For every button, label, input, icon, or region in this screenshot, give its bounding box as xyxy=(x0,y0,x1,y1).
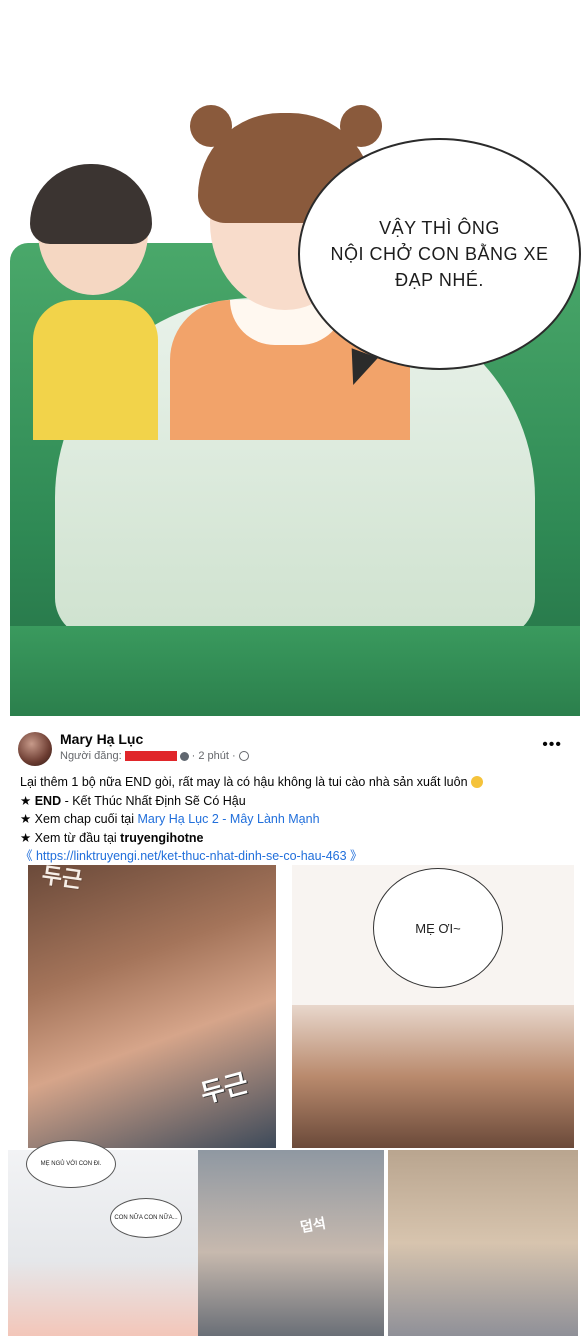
speech-bubble: MẸ NGỦ VỚI CON ĐI. xyxy=(26,1140,116,1188)
globe-icon xyxy=(238,751,249,761)
facebook-post: Mary Hạ Lục Người đăng: · 2 phút · ••• L… xyxy=(8,722,578,864)
comic-panel-kiss xyxy=(28,865,276,1148)
bubble-line: VẬY THÌ ÔNG xyxy=(379,218,500,238)
poster-label: Người đăng: xyxy=(60,750,122,762)
post-line-3: ★ Xem chap cuối tại Mary Hạ Lục 2 - Mây … xyxy=(20,812,320,826)
emoji-icon xyxy=(471,776,484,788)
post-meta: Người đăng: · 2 phút · xyxy=(60,750,249,762)
car-door xyxy=(10,626,580,716)
redacted-name xyxy=(124,751,177,761)
post-author[interactable]: Mary Hạ Lục xyxy=(60,731,143,747)
post-body: Lại thêm 1 bộ nữa END gòi, rất may là có… xyxy=(20,773,484,866)
post-line-1: Lại thêm 1 bộ nữa END gòi, rất may là có… xyxy=(20,773,484,792)
separator: · xyxy=(231,750,236,762)
post-line-4: ★ Xem từ đầu tại truyengihotne xyxy=(20,830,204,845)
badge-icon xyxy=(179,751,189,761)
post-line-5: 《 https://linktruyengi.net/ket-thuc-nhat… xyxy=(20,849,363,863)
post-time[interactable]: 2 phút xyxy=(198,750,229,762)
comic-art xyxy=(292,1005,574,1148)
star-icon: ★ xyxy=(20,793,32,808)
page-link[interactable]: Mary Hạ Lục 2 - Mây Lành Mạnh xyxy=(138,812,320,826)
avatar[interactable] xyxy=(18,732,52,766)
comic-panel-top: VẬY THÌ ÔNG NỘI CHỞ CON BẰNG XE ĐẠP NHÉ. xyxy=(0,0,586,722)
post-line-2: ★ END - Kết Thúc Nhất Định Sẽ Có Hậu xyxy=(20,793,246,808)
sound-effect: 두근 xyxy=(40,862,84,893)
speech-bubble: VẬY THÌ ÔNG NỘI CHỞ CON BẰNG XE ĐẠP NHÉ. xyxy=(298,138,581,370)
bubble-line: ĐẠP NHÉ. xyxy=(395,270,484,290)
comic-panel-father xyxy=(198,1150,384,1336)
speech-bubble: MẸ ƠI~ xyxy=(373,868,503,988)
url-link[interactable]: https://linktruyengi.net/ket-thuc-nhat-d… xyxy=(36,849,347,863)
site-name[interactable]: truyengihotne xyxy=(120,831,203,845)
more-options-icon[interactable]: ••• xyxy=(542,736,562,754)
comic-panel-bed xyxy=(388,1150,578,1336)
separator: · xyxy=(191,750,196,762)
speech-bubble: CON NỮA CON NỮA... xyxy=(110,1198,182,1238)
end-label: END xyxy=(34,793,62,808)
bubble-line: NỘI CHỞ CON BẰNG XE xyxy=(330,244,549,264)
boy-character xyxy=(18,164,168,440)
